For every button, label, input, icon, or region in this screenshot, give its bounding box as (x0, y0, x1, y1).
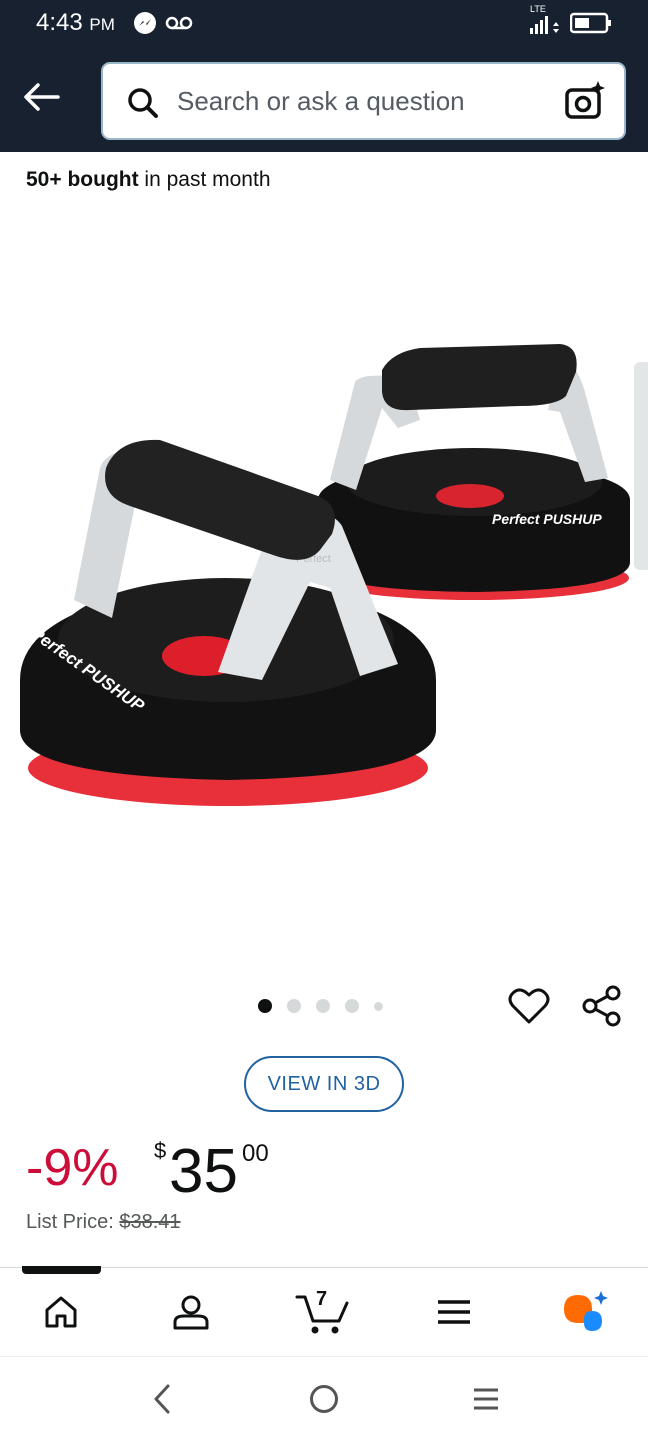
circle-home-icon (310, 1385, 338, 1413)
system-home-button[interactable] (304, 1381, 344, 1417)
pushup-stands-image: Perfect PUSHUP Perfect PUSHUP Perfect (20, 344, 630, 806)
tab-account[interactable] (161, 1288, 221, 1336)
carousel-dot[interactable] (258, 999, 272, 1013)
tab-cart[interactable]: 7 (292, 1288, 352, 1336)
system-status-icons: LTE (528, 4, 612, 38)
price-fraction: 00 (242, 1140, 269, 1167)
carousel-dot[interactable] (287, 999, 301, 1013)
carousel-dot[interactable] (374, 1001, 383, 1011)
voicemail-icon (165, 16, 193, 30)
carousel-dot[interactable] (316, 999, 330, 1013)
status-time: 4:43 PM (36, 9, 115, 36)
view-in-3d-button[interactable]: VIEW IN 3D (244, 1056, 404, 1112)
system-back-button[interactable] (142, 1381, 182, 1417)
battery-icon (570, 12, 611, 34)
product-image[interactable]: Perfect PUSHUP Perfect PUSHUP Perfect (0, 300, 648, 860)
rufus-ai-icon (564, 1291, 608, 1331)
search-icon (128, 88, 158, 118)
price-currency: $ (154, 1138, 167, 1163)
share-button[interactable] (581, 984, 623, 1033)
tab-home[interactable] (31, 1288, 91, 1336)
person-icon (173, 1295, 209, 1330)
tab-menu[interactable] (424, 1288, 484, 1336)
home-icon (45, 1296, 77, 1328)
add-to-wishlist-button[interactable] (508, 986, 550, 1031)
price-whole: 35 (169, 1137, 238, 1206)
hamburger-icon (438, 1300, 470, 1324)
back-button[interactable] (18, 76, 64, 118)
discount-percent: -9% (26, 1139, 119, 1197)
messenger-icon (134, 12, 156, 34)
list-price-value: $38.41 (119, 1211, 181, 1233)
cart-count: 7 (316, 1288, 328, 1310)
active-tab-indicator (22, 1266, 101, 1274)
recents-icon (474, 1388, 498, 1410)
status-bar: 4:43 PM LTE (0, 0, 648, 46)
list-price: List Price: $38.41 (26, 1211, 181, 1233)
tab-rufus[interactable] (555, 1288, 615, 1336)
share-icon (582, 985, 621, 1027)
signal-icon: LTE (528, 4, 564, 38)
side-panel-handle[interactable] (634, 362, 648, 570)
system-recents-button[interactable] (466, 1381, 506, 1417)
chevron-left-icon (154, 1384, 170, 1414)
arrow-left-icon (24, 83, 60, 111)
camera-search-button[interactable] (564, 80, 606, 127)
camera-sparkle-icon (565, 81, 605, 119)
search-input[interactable] (177, 78, 557, 124)
search-box[interactable] (101, 62, 626, 140)
notification-icons (132, 10, 194, 36)
social-proof-text: 50+ bought in past month (26, 168, 271, 191)
system-navigation-bar (0, 1356, 648, 1440)
image-brand-small: Perfect PUSHUP (492, 511, 602, 527)
bottom-tab-bar: 7 (0, 1266, 648, 1355)
carousel-dot[interactable] (345, 999, 359, 1013)
app-header (0, 46, 648, 152)
heart-icon (508, 988, 550, 1024)
image-carousel-dots (258, 999, 383, 1013)
